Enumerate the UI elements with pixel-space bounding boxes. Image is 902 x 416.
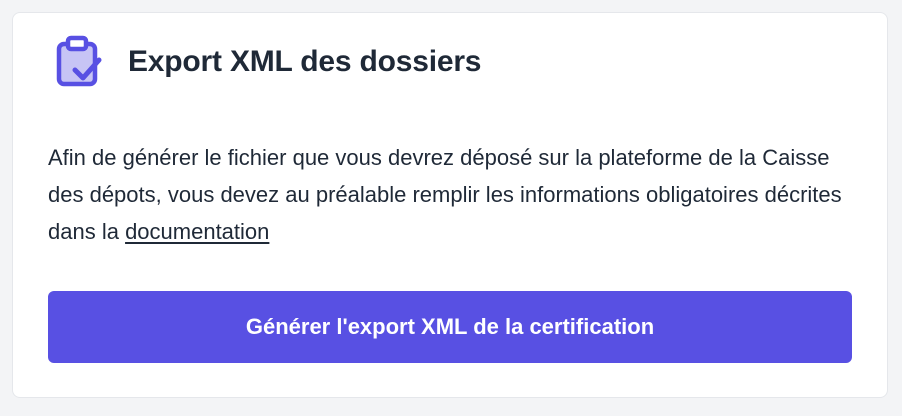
documentation-link[interactable]: documentation	[125, 219, 269, 244]
card-header: Export XML des dossiers	[53, 35, 481, 89]
generate-export-button[interactable]: Générer l'export XML de la certification	[48, 291, 852, 363]
clipboard-check-icon	[53, 35, 105, 89]
export-xml-card: Export XML des dossiers Afin de générer …	[12, 12, 888, 398]
card-description: Afin de générer le fichier que vous devr…	[48, 139, 868, 250]
card-title: Export XML des dossiers	[128, 45, 482, 78]
